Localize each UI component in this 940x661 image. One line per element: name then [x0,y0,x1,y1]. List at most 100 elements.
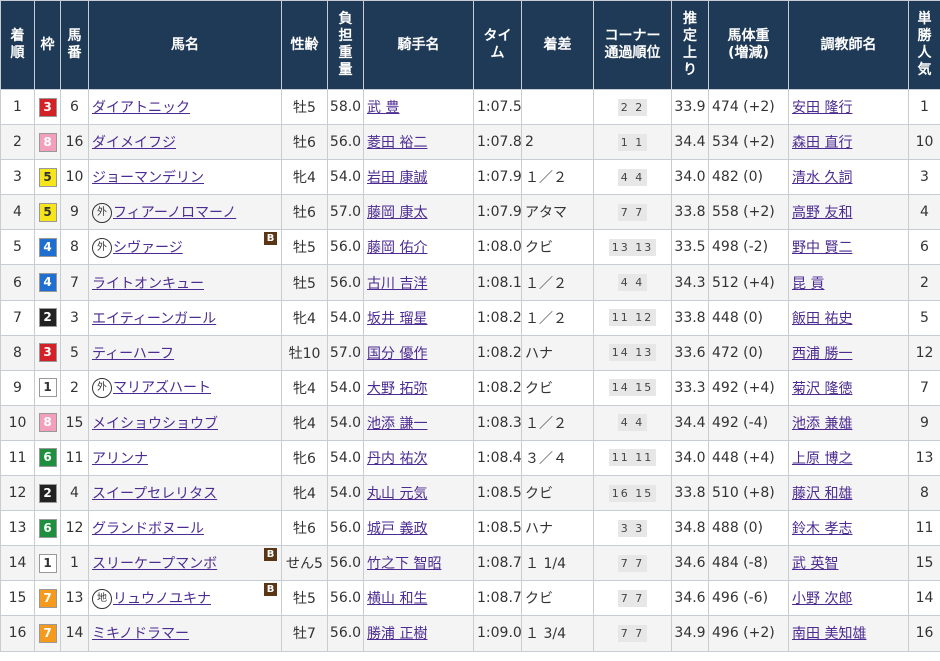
jockey-cell[interactable]: 武 豊 [363,88,474,126]
jockey-cell-text[interactable]: 大野 拓弥 [367,381,427,397]
jockey-cell[interactable]: 横山 和生 [363,580,474,617]
last3f-cell: 33.8 [671,299,709,336]
trainer-cell-text[interactable]: 池添 兼雄 [792,416,852,432]
trainer-cell-text[interactable]: 南田 美知雄 [792,626,866,642]
trainer-cell[interactable]: 飯田 祐史 [788,299,909,336]
jockey-cell[interactable]: 竹之下 智昭 [363,545,474,582]
horse-name-link[interactable]: アリンナ [92,451,148,467]
horse-name-link[interactable]: ダイメイフジ [92,135,176,151]
jockey-cell[interactable]: 岩田 康誠 [363,159,474,196]
waku-badge: 6 [38,518,57,538]
horse-name-link[interactable]: ティーハーフ [92,346,174,362]
jockey-cell-text[interactable]: 藤岡 佑介 [367,240,427,256]
horse-name-link[interactable]: マリアズハート [113,380,211,396]
corner-position: 13 13 [608,238,657,256]
bodyweight-cell-text: 534 (+2) [712,134,775,151]
jockey-cell[interactable]: 池添 謙一 [363,404,474,441]
horse-name-link[interactable]: シヴァージ [113,240,183,256]
jockey-cell-text[interactable]: 藤岡 康太 [367,205,427,221]
horse-name-link[interactable]: リュウノユキナ [113,591,211,607]
bodyweight-cell: 492 (-4) [708,404,789,441]
jockey-cell[interactable]: 国分 優作 [363,334,474,371]
last3f-cell-text: 34.0 [674,449,706,466]
weight-cell: 56.0 [327,229,364,266]
jockey-cell-text[interactable]: 菱田 裕二 [367,135,427,151]
jockey-cell-text[interactable]: 武 豊 [367,100,399,116]
jockey-cell-text[interactable]: 古川 吉洋 [367,276,427,292]
horse-name-link[interactable]: メイショウショウブ [92,416,218,432]
jockey-cell[interactable]: 古川 吉洋 [363,264,474,301]
trainer-cell[interactable]: 昆 貢 [788,264,909,301]
trainer-cell[interactable]: 鈴木 孝志 [788,510,909,547]
trainer-cell-text[interactable]: 西浦 勝一 [792,346,852,362]
header-pop: 単勝人気 [908,0,940,90]
jockey-cell[interactable]: 大野 拓弥 [363,369,474,406]
trainer-cell[interactable]: 安田 隆行 [788,88,909,126]
trainer-cell-text[interactable]: 清水 久詞 [792,170,852,186]
jockey-cell-text[interactable]: 竹之下 智昭 [367,556,441,572]
horse-name-link[interactable]: フィアーノロマーノ [113,205,236,221]
jockey-cell-text[interactable]: 岩田 康誠 [367,170,427,186]
trainer-cell-text[interactable]: 小野 次郎 [792,591,852,607]
jockey-cell-text[interactable]: 丸山 元気 [367,486,427,502]
horse-name-link[interactable]: ミキノドラマー [92,626,189,642]
horse-name-link[interactable]: スイープセレリタス [92,486,217,502]
trainer-cell-text[interactable]: 森田 直行 [792,135,852,151]
horse-name-link[interactable]: スリーケープマンボ [92,556,217,572]
bodyweight-cell: 496 (+2) [708,615,789,652]
horse-name-link[interactable]: エイティーンガール [92,311,216,327]
finish-cell: 8 [0,334,35,371]
trainer-cell[interactable]: 池添 兼雄 [788,404,909,441]
horse-name-link[interactable]: ジョーマンデリン [92,170,204,186]
jockey-cell-text[interactable]: 国分 優作 [367,346,427,362]
jockey-cell[interactable]: 勝浦 正樹 [363,615,474,652]
horse-cell: ティーハーフ [88,334,282,371]
trainer-cell[interactable]: 清水 久詞 [788,159,909,196]
trainer-cell[interactable]: 小野 次郎 [788,580,909,617]
horse-name-link[interactable]: ライトオンキュー [92,276,204,292]
trainer-cell[interactable]: 西浦 勝一 [788,334,909,371]
trainer-cell-text[interactable]: 菊沢 隆徳 [792,381,852,397]
trainer-cell-text[interactable]: 武 英智 [792,556,838,572]
waku-cell: 7 [34,580,61,617]
jockey-cell-text[interactable]: 横山 和生 [367,591,427,607]
horse-name-link[interactable]: グランドボヌール [92,521,204,537]
trainer-cell[interactable]: 上原 博之 [788,439,909,477]
trainer-cell-text[interactable]: 昆 貢 [792,276,824,292]
trainer-cell[interactable]: 高野 友和 [788,194,909,231]
trainer-cell[interactable]: 南田 美知雄 [788,615,909,652]
umaban-cell: 6 [60,88,89,126]
trainer-cell[interactable]: 森田 直行 [788,124,909,161]
trainer-cell-text[interactable]: 上原 博之 [792,451,852,467]
trainer-cell-text[interactable]: 鈴木 孝志 [792,521,852,537]
jockey-cell[interactable]: 城戸 義政 [363,510,474,547]
jockey-cell-text[interactable]: 坂井 瑠星 [367,311,427,327]
horse-name-link[interactable]: ダイアトニック [92,100,190,116]
last3f-cell-text: 33.8 [674,204,706,221]
jockey-cell-text[interactable]: 勝浦 正樹 [367,626,427,642]
trainer-cell[interactable]: 武 英智 [788,545,909,582]
trainer-cell[interactable]: 藤沢 和雄 [788,475,909,512]
jockey-cell-text[interactable]: 丹内 祐次 [367,451,427,467]
trainer-cell-text[interactable]: 飯田 祐史 [792,311,852,327]
corner-position: 2 2 [617,98,648,116]
trainer-cell-text[interactable]: 高野 友和 [792,205,852,221]
corner-position: 7 7 [617,589,648,607]
popularity-cell-text: 3 [920,169,929,186]
sexage-cell: 牡5 [281,229,328,266]
last3f-cell-text: 33.5 [674,239,706,256]
jockey-cell[interactable]: 坂井 瑠星 [363,299,474,336]
jockey-cell[interactable]: 菱田 裕二 [363,124,474,161]
trainer-cell-text[interactable]: 安田 隆行 [792,100,852,116]
trainer-cell-text[interactable]: 野中 賢二 [792,240,852,256]
jockey-cell[interactable]: 丹内 祐次 [363,439,474,477]
jockey-cell-text[interactable]: 城戸 義政 [367,521,427,537]
jockey-cell[interactable]: 丸山 元気 [363,475,474,512]
jockey-cell[interactable]: 藤岡 佑介 [363,229,474,266]
jockey-cell-text[interactable]: 池添 謙一 [367,416,427,432]
popularity-cell-text: 7 [920,379,929,396]
trainer-cell-text[interactable]: 藤沢 和雄 [792,486,852,502]
trainer-cell[interactable]: 菊沢 隆徳 [788,369,909,406]
jockey-cell[interactable]: 藤岡 康太 [363,194,474,231]
trainer-cell[interactable]: 野中 賢二 [788,229,909,266]
